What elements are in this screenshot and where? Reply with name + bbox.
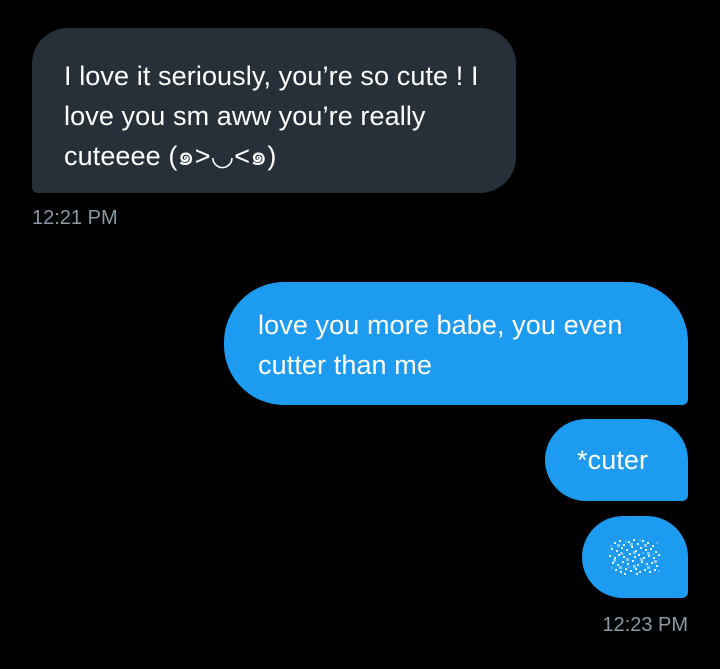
outgoing-timestamp: 12:23 PM (602, 614, 688, 636)
outgoing-message-text: *cuter (577, 445, 649, 475)
obscured-emoji-icon (609, 539, 660, 575)
incoming-message-text: I love it seriously, you’re so cute ! I … (64, 61, 479, 171)
incoming-timestamp: 12:21 PM (32, 207, 118, 229)
outgoing-message-bubble[interactable]: *cuter (545, 419, 688, 501)
incoming-message-bubble[interactable]: I love it seriously, you’re so cute ! I … (32, 28, 516, 193)
outgoing-message-bubble[interactable]: love you more babe, you even cutter than… (224, 282, 688, 405)
outgoing-message-text: love you more babe, you even cutter than… (258, 310, 623, 380)
outgoing-emoji-bubble[interactable] (582, 516, 688, 598)
